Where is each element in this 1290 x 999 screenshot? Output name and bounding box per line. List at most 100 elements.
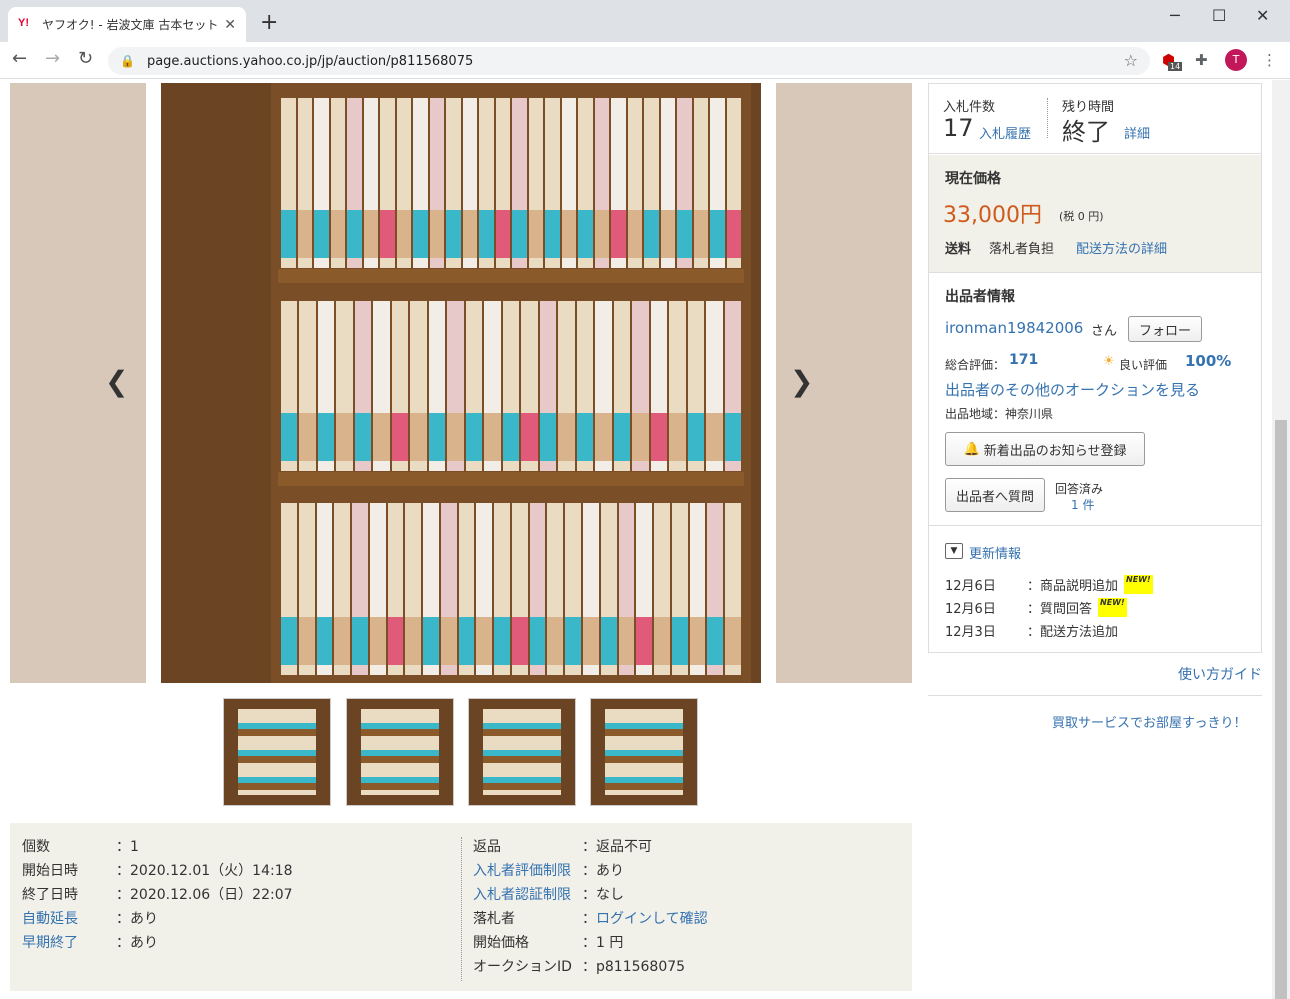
price-value: 33,000円 [943, 203, 1042, 228]
update-item: 12月6日 ：質問回答 NEW! [945, 598, 1127, 617]
current-price-section: 現在価格 33,000円 (税 0 円) 送料 落札者負担 配送方法の詳細 [929, 155, 1261, 273]
detail-right-row: 落札者 ：ログインして確認 [473, 908, 708, 932]
seller-region: 出品地域：神奈川県 [945, 407, 1054, 421]
update-date: 12月3日 [945, 625, 996, 640]
minimize-icon[interactable]: ─ [1170, 6, 1180, 25]
thumbnail-4[interactable] [590, 698, 698, 806]
shipping-label: 送料 [945, 242, 972, 257]
thumbnail-2[interactable] [346, 698, 454, 806]
detail-right-row: 開始価格 ：1 円 [473, 932, 623, 956]
extensions-puzzle-icon[interactable]: ✚ [1195, 51, 1208, 69]
detail-link[interactable]: 詳細 [1124, 123, 1150, 142]
detail-right-row: 返品 ：返品不可 [473, 836, 652, 860]
lock-icon: 🔒 [120, 54, 135, 68]
follow-button[interactable]: フォロー [1128, 316, 1202, 342]
new-tab-icon[interactable]: + [260, 10, 278, 35]
detail-right-label: 落札者 [473, 911, 515, 927]
detail-right-value: ：p811568075 [582, 959, 686, 975]
browser-tab-bar: Y! ヤフオク! - 岩波文庫 古本セット 約300冊 ✕ + ─ ☐ ✕ [0, 0, 1290, 42]
detail-right-label[interactable]: 入札者認証制限 [473, 884, 582, 908]
detail-right-value: ：1 円 [582, 935, 624, 951]
other-auctions-link[interactable]: 出品者のその他のオークションを見る [945, 379, 1200, 400]
forward-icon[interactable]: → [45, 48, 60, 69]
reload-icon[interactable]: ↻ [78, 48, 93, 69]
details-divider [461, 837, 462, 981]
answered-count-link[interactable]: 1 件 [1071, 496, 1094, 513]
detail-left-row: 個数 ：1 [22, 836, 139, 860]
bookshelf-row [281, 98, 741, 268]
yahoo-favicon-icon: Y! [18, 16, 29, 29]
colon: ： [582, 911, 596, 927]
detail-left-label: 終了日時 [22, 887, 78, 903]
update-text: ：商品説明追加 [1027, 579, 1119, 594]
good-rating-value: 100% [1185, 352, 1232, 370]
toggle-updates-icon[interactable]: ▼ [945, 543, 963, 559]
detail-left-label[interactable]: 自動延長 [22, 908, 116, 932]
detail-right-label: 返品 [473, 839, 501, 855]
seller-name-suffix: さん [1091, 324, 1118, 339]
ask-seller-button[interactable]: 出品者へ質問 [945, 478, 1045, 512]
detail-right-label[interactable]: 入札者評価制限 [473, 860, 582, 884]
new-listing-notify-button[interactable]: 🔔 新着出品のお知らせ登録 [945, 432, 1145, 466]
rating-label: 総合評価： [945, 358, 1006, 372]
shipping-value: 落札者負担 [989, 242, 1055, 257]
scrollbar-thumb[interactable] [1275, 420, 1287, 999]
rating-value[interactable]: 171 [1009, 352, 1038, 368]
url-text: page.auctions.yahoo.co.jp/jp/auction/p81… [146, 53, 474, 69]
price-label: 現在価格 [945, 171, 1001, 187]
thumbnail-3[interactable] [468, 698, 576, 806]
update-text: ：質問回答 [1027, 602, 1093, 617]
detail-left-label[interactable]: 早期終了 [22, 932, 116, 956]
bid-history-link[interactable]: 入札履歴 [979, 123, 1031, 142]
detail-left-value: ：あり [116, 911, 158, 927]
detail-left-value: ：2020.12.01（火）14:18 [116, 863, 293, 879]
seller-heading: 出品者情報 [945, 289, 1015, 305]
updates-heading-link[interactable]: 更新情報 [969, 543, 1021, 562]
detail-right-value: ：あり [582, 863, 624, 879]
detail-right-value: ：返品不可 [582, 839, 652, 855]
detail-right-value: ：なし [582, 887, 624, 903]
buyback-link[interactable]: 買取サービスでお部屋すっきり！ [1052, 712, 1246, 731]
close-window-icon[interactable]: ✕ [1256, 6, 1269, 25]
detail-right-label: オークションID [473, 959, 572, 975]
detail-right-row: オークションID ：p811568075 [473, 956, 685, 980]
seller-name-link[interactable]: ironman19842006 [945, 319, 1083, 337]
update-date: 12月6日 [945, 602, 996, 617]
detail-left-row: 開始日時 ：2020.12.01（火）14:18 [22, 860, 293, 884]
back-icon[interactable]: ← [12, 48, 27, 69]
bookshelf-row [281, 301, 742, 471]
bookmark-star-icon[interactable]: ☆ [1124, 51, 1138, 70]
detail-left-row: 終了日時 ：2020.12.06（日）22:07 [22, 884, 293, 908]
detail-left-row: 早期終了 ：あり [22, 932, 158, 956]
next-image-arrow-icon[interactable]: ❯ [790, 365, 813, 398]
browser-tab[interactable]: Y! ヤフオク! - 岩波文庫 古本セット 約300冊 ✕ [8, 7, 246, 42]
extension-badge: 14 [1168, 62, 1183, 71]
maximize-icon[interactable]: ☐ [1212, 6, 1226, 25]
browser-toolbar: ← → ↻ 🔒 page.auctions.yahoo.co.jp/jp/auc… [0, 42, 1290, 79]
update-item: 12月3日 ：配送方法追加 [945, 621, 1118, 640]
remaining-time: 終了 [1062, 118, 1110, 146]
good-rating-label: 良い評価 [1119, 358, 1168, 372]
detail-left-row: 自動延長 ：あり [22, 908, 158, 932]
prev-image-arrow-icon[interactable]: ❮ [105, 365, 128, 398]
menu-dots-icon[interactable]: ⋮ [1262, 51, 1277, 69]
new-badge: NEW! [1124, 575, 1153, 594]
bid-summary: 入札件数 17 入札履歴 残り時間 終了 詳細 [929, 84, 1261, 154]
bid-count-label: 入札件数 [943, 100, 996, 115]
close-tab-icon[interactable]: ✕ [224, 17, 236, 33]
address-bar[interactable]: 🔒 page.auctions.yahoo.co.jp/jp/auction/p… [108, 47, 1150, 75]
shipping-detail-link[interactable]: 配送方法の詳細 [1076, 238, 1167, 257]
auction-details: 個数 ：1 開始日時 ：2020.12.01（火）14:18 終了日時 ：2020.12.… [10, 823, 912, 991]
update-date: 12月6日 [945, 579, 996, 594]
thumbnail-1[interactable] [223, 698, 331, 806]
detail-right-value[interactable]: ログインして確認 [596, 908, 708, 932]
detail-left-value: ：1 [116, 839, 139, 855]
bid-count: 17 [943, 114, 974, 142]
detail-right-row: 入札者評価制限 ：あり [473, 860, 624, 884]
profile-avatar[interactable]: T [1225, 49, 1247, 71]
update-item: 12月6日 ：商品説明追加 NEW! [945, 575, 1153, 594]
guide-link[interactable]: 使い方ガイド [1178, 664, 1262, 684]
sun-icon: ☀ [1103, 354, 1115, 369]
detail-left-label: 個数 [22, 839, 50, 855]
updates-section: ▼ 更新情報 12月6日 ：商品説明追加 NEW! 12月6日 ：質問回答 NEW! 12月… [929, 527, 1261, 653]
